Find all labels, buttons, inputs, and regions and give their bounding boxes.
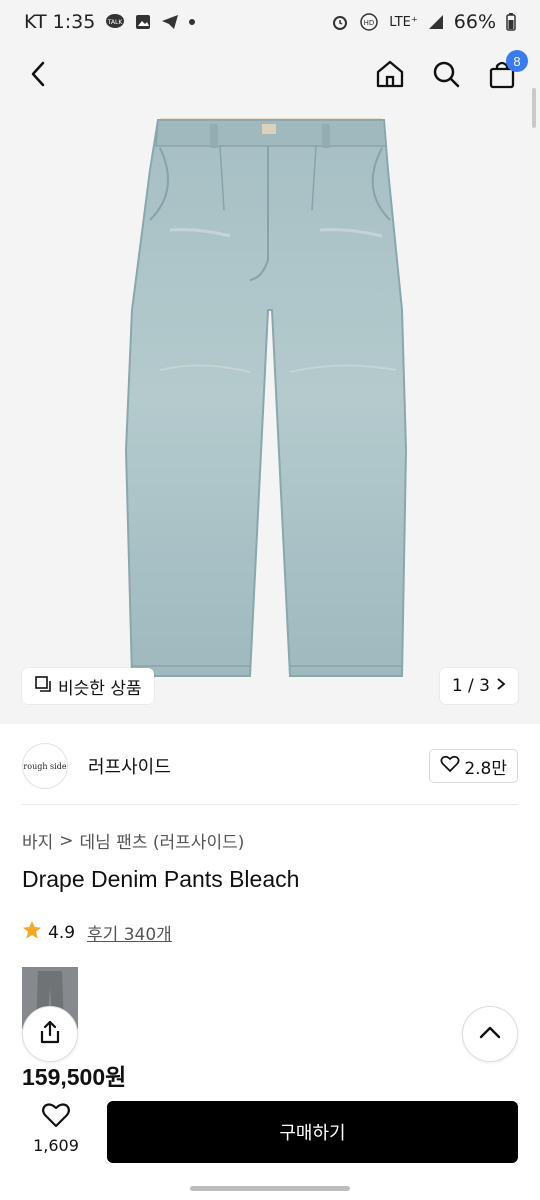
carrier-time: KT 1:35 — [24, 11, 96, 33]
heart-icon — [440, 755, 460, 778]
battery-percent: 66% — [453, 11, 496, 33]
share-icon — [38, 1019, 62, 1049]
image-counter[interactable]: 1 / 3 — [439, 668, 518, 704]
chevron-up-icon — [478, 1024, 502, 1044]
product-image-gallery[interactable] — [0, 0, 540, 724]
brand-like-button[interactable]: 2.8만 — [429, 749, 518, 783]
signal-bars-icon — [428, 14, 444, 30]
lte-signal-icon: LTE⁺ — [389, 14, 418, 30]
wishlist-count: 1,609 — [33, 1136, 79, 1155]
brand-row: rough side 러프사이드 2.8만 — [22, 742, 518, 790]
back-icon[interactable] — [20, 56, 56, 92]
breadcrumb-subcategory[interactable]: 데님 팬츠 (러프사이드) — [80, 828, 245, 853]
home-indicator[interactable] — [190, 1186, 350, 1191]
rating-value: 4.9 — [48, 922, 76, 943]
brand-logo: rough side — [22, 743, 68, 789]
alarm-icon — [331, 13, 349, 31]
heart-icon — [41, 1102, 71, 1132]
status-bar: KT 1:35 TALK HD LTE⁺ 66% — [0, 0, 540, 44]
search-icon[interactable] — [428, 56, 464, 92]
image-counter-text: 1 / 3 — [451, 676, 490, 696]
product-page: KT 1:35 TALK HD LTE⁺ 66% 8 비슷한 상품 1 / 3 … — [0, 0, 540, 1200]
review-link[interactable]: 후기 340개 — [87, 920, 172, 945]
bottom-action-bar: 1,609 구매하기 — [0, 1090, 540, 1172]
breadcrumb-separator: > — [59, 830, 74, 851]
brand-link[interactable]: rough side 러프사이드 — [22, 743, 171, 789]
product-title: Drape Denim Pants Bleach — [22, 866, 300, 892]
jeans-image — [124, 118, 408, 677]
chevron-right-icon — [496, 676, 506, 696]
scroll-to-top-button[interactable] — [462, 1006, 518, 1062]
star-icon — [22, 920, 42, 945]
home-icon[interactable] — [372, 56, 408, 92]
similar-icon — [34, 675, 52, 698]
telegram-icon — [161, 14, 179, 30]
cart-badge: 8 — [506, 50, 528, 72]
talk-icon: TALK — [105, 13, 125, 31]
app-header: 8 — [0, 48, 540, 100]
similar-label: 비슷한 상품 — [58, 678, 142, 699]
hd-icon: HD — [359, 13, 379, 31]
brand-like-count: 2.8만 — [464, 758, 507, 779]
cart-icon[interactable]: 8 — [484, 50, 528, 92]
svg-text:TALK: TALK — [107, 19, 124, 26]
breadcrumb: 바지 > 데님 팬츠 (러프사이드) — [22, 828, 245, 854]
dot-icon — [189, 19, 196, 25]
divider — [22, 804, 518, 805]
battery-icon — [506, 13, 516, 31]
breadcrumb-category[interactable]: 바지 — [22, 828, 53, 853]
wishlist-button[interactable]: 1,609 — [22, 1102, 90, 1162]
gallery-icon — [135, 14, 151, 30]
rating-row: 4.9 후기 340개 — [22, 920, 172, 945]
share-button[interactable] — [22, 1006, 78, 1062]
similar-products-button[interactable]: 비슷한 상품 — [22, 668, 154, 704]
product-price: 159,500원 — [22, 1064, 127, 1090]
buy-button[interactable]: 구매하기 — [107, 1101, 518, 1163]
brand-name: 러프사이드 — [88, 757, 171, 778]
svg-text:HD: HD — [364, 19, 375, 27]
